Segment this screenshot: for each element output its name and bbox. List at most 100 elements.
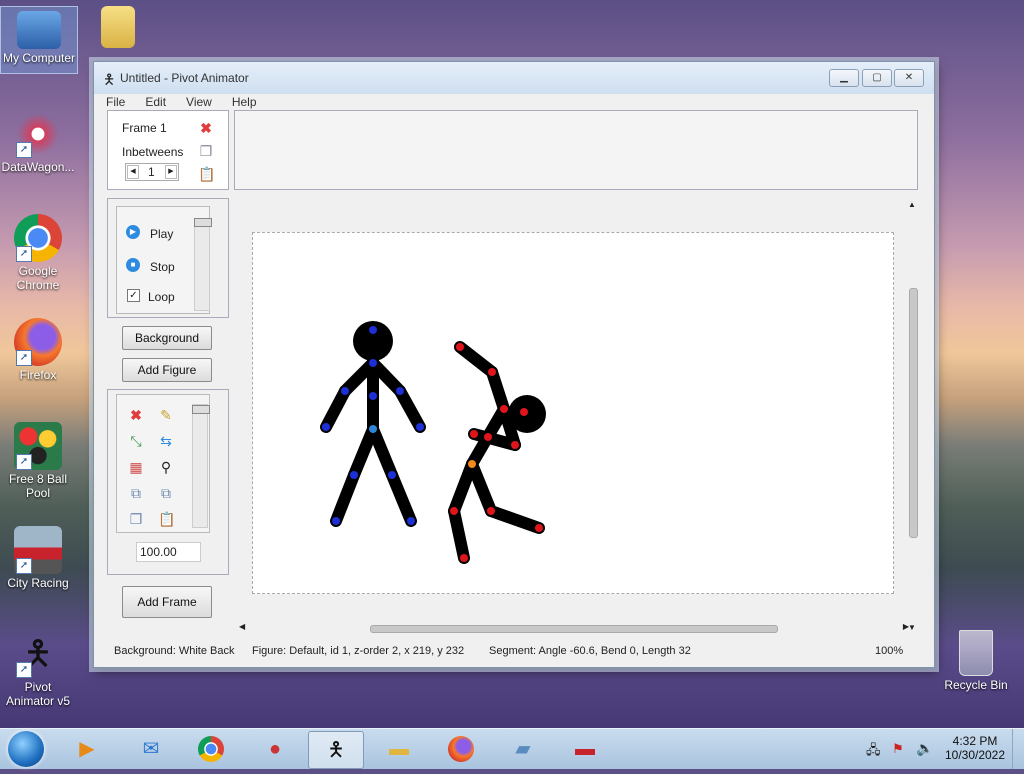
- scroll-up-icon[interactable]: ▲: [908, 200, 916, 209]
- delete-icon[interactable]: ✖: [128, 407, 144, 423]
- pivot-window: 🯅 Untitled - Pivot Animator ▁ ▢ ✕ File Ed…: [93, 61, 935, 668]
- desktop-icon-chrome[interactable]: ➚ Google Chrome: [0, 214, 76, 292]
- flip-icon[interactable]: ⇆: [158, 433, 174, 449]
- chrome-icon: [198, 736, 224, 762]
- mail-icon: ✉: [142, 738, 160, 760]
- paste-icon[interactable]: 📋: [158, 511, 175, 527]
- canvas-vscrollbar[interactable]: ▲ ▼: [906, 200, 918, 632]
- datawagon-icon: ➚: [14, 110, 62, 158]
- stop-label[interactable]: Stop: [150, 260, 175, 274]
- status-zoom: 100%: [875, 645, 904, 657]
- timeline-strip[interactable]: [234, 110, 918, 190]
- add-frame-button[interactable]: Add Frame: [122, 586, 212, 618]
- taskbar-app[interactable]: ▰: [496, 731, 550, 767]
- taskbar-city-racing[interactable]: ▬: [558, 731, 612, 767]
- maximize-button[interactable]: ▢: [862, 69, 892, 87]
- pencil-icon[interactable]: ✎: [158, 407, 174, 423]
- copy-icon[interactable]: ❐: [128, 511, 144, 527]
- recycle-bin-icon: [959, 630, 993, 676]
- taskbar-pivot[interactable]: 🯅: [308, 731, 364, 769]
- handle-root-blue[interactable]: [369, 425, 377, 433]
- stepper-right-icon[interactable]: ▶: [165, 165, 177, 179]
- scroll-left-icon[interactable]: ◀: [239, 622, 245, 631]
- desktop-icon-my-computer[interactable]: My Computer: [0, 6, 78, 74]
- menu-file[interactable]: File: [94, 94, 133, 110]
- shortcut-arrow-icon: ➚: [16, 454, 32, 470]
- taskbar-chrome[interactable]: [184, 731, 238, 767]
- paste-frame-icon[interactable]: 📋: [198, 166, 215, 182]
- loop-checkbox[interactable]: ✓: [127, 289, 140, 302]
- racing-car-icon: ➚: [14, 526, 62, 574]
- background-button[interactable]: Background: [122, 326, 212, 350]
- desktop-icon-recycle-bin[interactable]: Recycle Bin: [938, 630, 1014, 692]
- frame-label[interactable]: Frame 1: [122, 121, 167, 135]
- desktop-icon-label: Recycle Bin: [944, 678, 1008, 692]
- menu-view[interactable]: View: [174, 94, 220, 110]
- volume-icon[interactable]: 🔈: [916, 740, 933, 757]
- desktop-icon-firefox[interactable]: ➚ Firefox: [0, 318, 76, 382]
- scale-slider-thumb[interactable]: [192, 405, 210, 414]
- folder-icon: ▬: [389, 738, 409, 760]
- shortcut-arrow-icon: ➚: [16, 246, 32, 262]
- taskbar-explorer[interactable]: ▬: [372, 731, 426, 767]
- play-label[interactable]: Play: [150, 227, 173, 241]
- desktop-icon-datawagon[interactable]: ➚ DataWagon...: [0, 110, 76, 174]
- vscroll-thumb[interactable]: [909, 288, 918, 538]
- canvas-hscrollbar[interactable]: ◀ ▶: [239, 622, 909, 634]
- stepper-left-icon[interactable]: ◀: [127, 165, 139, 179]
- inbetweens-stepper[interactable]: ◀ 1 ▶: [125, 163, 179, 181]
- magic-wand-icon[interactable]: ⚲: [158, 459, 174, 475]
- menu-edit[interactable]: Edit: [133, 94, 174, 110]
- hscroll-thumb[interactable]: [370, 625, 778, 633]
- stick-figure-red[interactable]: [448, 341, 545, 564]
- animation-canvas[interactable]: [252, 232, 894, 594]
- minimize-button[interactable]: ▁: [829, 69, 859, 87]
- scroll-down-icon[interactable]: ▼: [908, 623, 916, 632]
- billiard-icon: ➚: [14, 422, 62, 470]
- firefox-icon: [448, 736, 474, 762]
- handle-root-red[interactable]: [468, 460, 476, 468]
- desktop-icon-pivot[interactable]: 🯅 ➚ Pivot Animator v5: [0, 630, 76, 708]
- add-figure-button[interactable]: Add Figure: [122, 358, 212, 382]
- play-icon[interactable]: ▶: [126, 225, 140, 239]
- desktop-icon-folder[interactable]: [80, 6, 156, 50]
- taskbar-firefox[interactable]: [434, 731, 488, 767]
- taskbar-8ball[interactable]: ●: [248, 731, 302, 767]
- front-icon[interactable]: ⧉: [128, 485, 144, 501]
- action-center-icon[interactable]: ⚑: [892, 741, 904, 757]
- shortcut-arrow-icon: ➚: [16, 350, 32, 366]
- status-background: Background: White Back: [114, 645, 235, 657]
- close-button[interactable]: ✕: [894, 69, 924, 87]
- title-bar[interactable]: 🯅 Untitled - Pivot Animator ▁ ▢ ✕: [94, 62, 934, 94]
- network-icon[interactable]: 🖧: [866, 741, 881, 763]
- scale-input[interactable]: 100.00: [136, 542, 201, 562]
- window-title: Untitled - Pivot Animator: [120, 71, 249, 85]
- folder-icon: [101, 6, 135, 48]
- stick-figure-blue[interactable]: [320, 352, 426, 527]
- show-desktop-button[interactable]: [1012, 729, 1024, 769]
- copy-frame-icon[interactable]: ❐: [198, 143, 214, 159]
- shortcut-arrow-icon: ➚: [16, 558, 32, 574]
- delete-frame-icon[interactable]: ✖: [198, 120, 214, 136]
- menu-help[interactable]: Help: [220, 94, 265, 110]
- shrink-icon[interactable]: ⤡: [128, 433, 144, 449]
- desktop-icon-8ball[interactable]: ➚ Free 8 Ball Pool: [0, 422, 76, 500]
- scale-slider[interactable]: [192, 404, 210, 528]
- chrome-icon: ➚: [14, 214, 62, 262]
- speed-slider-thumb[interactable]: [194, 218, 212, 227]
- pivot-app-icon: 🯅: [103, 71, 116, 87]
- color-grid-icon[interactable]: ▦: [128, 459, 144, 475]
- clock[interactable]: 4:32 PM 10/30/2022: [942, 734, 1008, 762]
- loop-label[interactable]: Loop: [148, 290, 175, 304]
- taskbar-thunderbird[interactable]: ✉: [124, 731, 178, 767]
- desktop-icon-label: Google Chrome: [16, 264, 60, 292]
- scroll-right-icon[interactable]: ▶: [903, 622, 909, 631]
- taskbar-media-player[interactable]: ▶: [60, 731, 114, 767]
- start-button[interactable]: [8, 731, 44, 767]
- back-icon[interactable]: ⧉: [158, 485, 174, 501]
- billiard-icon: ●: [268, 738, 282, 760]
- stop-icon[interactable]: ■: [126, 258, 140, 272]
- inbetweens-value[interactable]: 1: [148, 165, 155, 179]
- speed-slider[interactable]: [194, 218, 212, 311]
- desktop-icon-city-racing[interactable]: ➚ City Racing: [0, 526, 76, 590]
